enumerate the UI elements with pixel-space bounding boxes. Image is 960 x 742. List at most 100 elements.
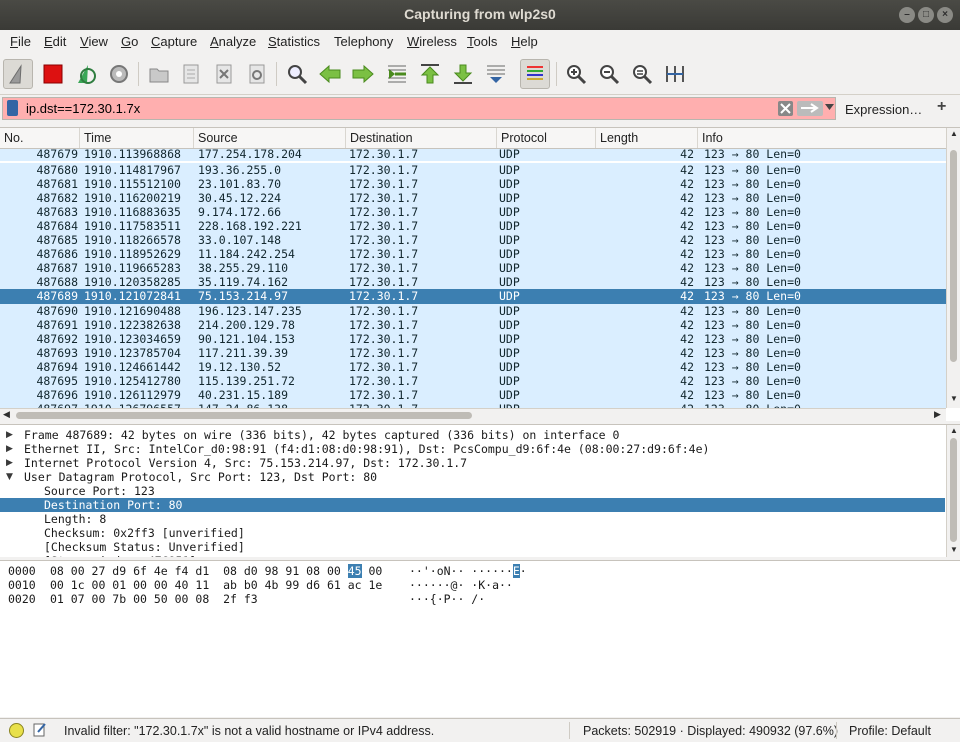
ascii-bytes[interactable]: ··'·oN·· ······E·: [409, 564, 527, 578]
packet-row[interactable]: 487680 1910.114817967 193.36.255.0 172.30.1…: [0, 163, 946, 177]
packet-list-vertical-scrollbar[interactable]: ▲ ▼: [946, 128, 960, 408]
detail-row[interactable]: ▶ Frame 487689: 42 bytes on wire (336 bit…: [0, 428, 945, 442]
start-capture-button[interactable]: [3, 59, 33, 89]
chevron-down-icon[interactable]: [825, 104, 834, 111]
detail-row[interactable]: Source Port: 123: [0, 484, 945, 498]
scroll-up-icon[interactable]: ▲: [950, 426, 958, 435]
ascii-bytes[interactable]: ······@· ·K·a··: [409, 578, 513, 592]
go-back-button[interactable]: [315, 59, 345, 89]
stop-capture-button[interactable]: [38, 59, 68, 89]
collapsed-arrow-icon[interactable]: ▶: [6, 442, 13, 456]
collapsed-arrow-icon[interactable]: ▶: [6, 428, 13, 442]
save-file-button[interactable]: [176, 59, 206, 89]
resize-columns-button[interactable]: [660, 59, 690, 89]
filter-text[interactable]: ip.dst==172.30.1.7x: [26, 101, 140, 116]
hex-bytes[interactable]: 01 07 00 7b 00 50 00 08 2f f3: [50, 592, 258, 606]
packet-row[interactable]: 487688 1910.120358285 35.119.74.162 172.30.…: [0, 275, 946, 289]
go-to-packet-button[interactable]: [382, 59, 412, 89]
zoom-out-button[interactable]: [594, 59, 624, 89]
expression-button[interactable]: Expression…: [845, 102, 922, 117]
scroll-down-icon[interactable]: ▼: [950, 394, 958, 403]
detail-row[interactable]: ▼ User Datagram Protocol, Src Port: 123, …: [0, 470, 945, 484]
packet-row[interactable]: 487695 1910.125412780 115.139.251.72 172.30…: [0, 374, 946, 388]
detail-row[interactable]: ▶ Internet Protocol Version 4, Src: 75.15…: [0, 456, 945, 470]
packet-row[interactable]: 487691 1910.122382638 214.200.129.78 172.30…: [0, 318, 946, 332]
ascii-bytes[interactable]: ···{·P·· /·: [409, 592, 485, 606]
menu-go[interactable]: Go: [121, 34, 138, 49]
packet-row[interactable]: 487687 1910.119665283 38.255.29.110 172.30.…: [0, 261, 946, 275]
autoscroll-button[interactable]: [481, 59, 511, 89]
packet-row[interactable]: 487679 1910.113968868 177.254.178.204 172.3…: [0, 149, 946, 161]
details-vertical-scrollbar[interactable]: ▲ ▼: [946, 425, 960, 557]
normal-size-button[interactable]: [627, 59, 657, 89]
scroll-right-icon[interactable]: ▶: [934, 409, 941, 420]
maximize-button[interactable]: □: [918, 7, 934, 23]
bookmark-icon[interactable]: [7, 100, 18, 116]
menu-analyze[interactable]: Analyze: [210, 34, 256, 49]
detail-row[interactable]: Checksum: 0x2ff3 [unverified]: [0, 526, 945, 540]
profile-label[interactable]: Profile: Default: [849, 724, 931, 738]
packet-row[interactable]: 487692 1910.123034659 90.121.104.153 172.30…: [0, 332, 946, 346]
column-header-destination[interactable]: Destination: [346, 128, 497, 148]
packet-row[interactable]: 487683 1910.116883635 9.174.172.66 172.30.1…: [0, 205, 946, 219]
column-header-source[interactable]: Source: [194, 128, 346, 148]
detail-row[interactable]: [Checksum Status: Unverified]: [0, 540, 945, 554]
capture-options-button[interactable]: [104, 59, 134, 89]
packet-row[interactable]: 487694 1910.124661442 19.12.130.52 172.30.1…: [0, 360, 946, 374]
packet-row-selected[interactable]: 487689 1910.121072841 75.153.214.97 172.30.…: [0, 289, 946, 304]
menu-capture[interactable]: Capture: [151, 34, 197, 49]
add-filter-button[interactable]: +: [937, 98, 946, 116]
scrollbar-thumb[interactable]: [16, 412, 472, 419]
scroll-down-icon[interactable]: ▼: [950, 545, 958, 554]
menu-telephony[interactable]: Telephony: [334, 34, 393, 49]
expert-info-icon[interactable]: [9, 723, 24, 738]
packet-row[interactable]: 487693 1910.123785704 117.211.39.39 172.30.…: [0, 346, 946, 360]
close-button[interactable]: ×: [937, 7, 953, 23]
detail-row[interactable]: Length: 8: [0, 512, 945, 526]
scrollbar-thumb[interactable]: [950, 150, 957, 362]
scroll-up-icon[interactable]: ▲: [950, 129, 958, 138]
packet-row[interactable]: 487686 1910.118952629 11.184.242.254 172.30…: [0, 247, 946, 261]
menu-tools[interactable]: Tools: [467, 34, 497, 49]
detail-row[interactable]: [Stream index: 476951]: [0, 554, 945, 557]
apply-filter-icon[interactable]: [797, 101, 823, 116]
column-header-no[interactable]: No.: [0, 128, 80, 148]
capture-comment-icon[interactable]: [33, 722, 47, 737]
menu-help[interactable]: Help: [511, 34, 538, 49]
hex-bytes[interactable]: 08 00 27 d9 6f 4e f4 d1 08 d0 98 91 08 0…: [50, 564, 382, 578]
packet-row[interactable]: 487682 1910.116200219 30.45.12.224 172.30.1…: [0, 191, 946, 205]
scroll-left-icon[interactable]: ◀: [3, 409, 10, 420]
detail-row[interactable]: ▶ Ethernet II, Src: IntelCor_d0:98:91 (f4…: [0, 442, 945, 456]
packet-row[interactable]: 487684 1910.117583511 228.168.192.221 172.3…: [0, 219, 946, 233]
column-header-info[interactable]: Info: [698, 128, 946, 148]
open-file-button[interactable]: [144, 59, 174, 89]
restart-capture-button[interactable]: [71, 59, 101, 89]
reload-file-button[interactable]: [242, 59, 272, 89]
packet-list-horizontal-scrollbar[interactable]: ◀ ▶: [0, 408, 946, 422]
packet-row[interactable]: 487690 1910.121690488 196.123.147.235 172.3…: [0, 304, 946, 318]
hex-bytes[interactable]: 00 1c 00 01 00 00 40 11 ab b0 4b 99 d6 6…: [50, 578, 382, 592]
packet-row[interactable]: 487696 1910.126112979 40.231.15.189 172.30.…: [0, 388, 946, 402]
first-packet-button[interactable]: [415, 59, 445, 89]
menu-file[interactable]: File: [10, 34, 31, 49]
packet-row[interactable]: 487681 1910.115512100 23.101.83.70 172.30.1…: [0, 177, 946, 191]
packet-row[interactable]: 487685 1910.118266578 33.0.107.148 172.30.1…: [0, 233, 946, 247]
column-header-time[interactable]: Time: [80, 128, 194, 148]
clear-filter-icon[interactable]: [778, 101, 793, 116]
expanded-arrow-icon[interactable]: ▼: [6, 470, 13, 484]
menu-view[interactable]: View: [80, 34, 108, 49]
go-forward-button[interactable]: [348, 59, 378, 89]
menu-statistics[interactable]: Statistics: [268, 34, 320, 49]
collapsed-arrow-icon[interactable]: ▶: [6, 456, 13, 470]
close-file-button[interactable]: [209, 59, 239, 89]
column-header-protocol[interactable]: Protocol: [497, 128, 596, 148]
column-header-length[interactable]: Length: [596, 128, 698, 148]
last-packet-button[interactable]: [448, 59, 478, 89]
colorize-button[interactable]: [520, 59, 550, 89]
minimize-button[interactable]: –: [899, 7, 915, 23]
menu-wireless[interactable]: Wireless: [407, 34, 457, 49]
zoom-in-button[interactable]: [561, 59, 591, 89]
menu-edit[interactable]: Edit: [44, 34, 66, 49]
scrollbar-thumb[interactable]: [950, 438, 957, 542]
find-packet-button[interactable]: [282, 59, 312, 89]
